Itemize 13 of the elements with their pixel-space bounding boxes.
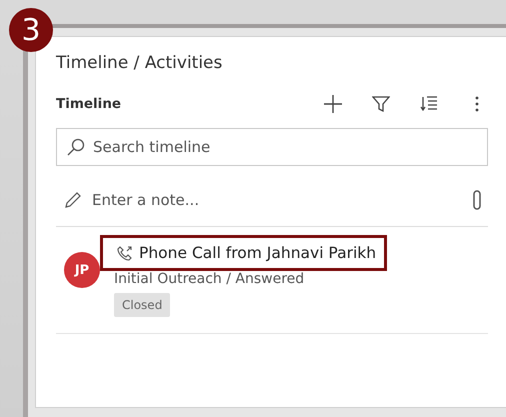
activity-title-highlight[interactable]: Phone Call from Jahnavi Parikh (100, 235, 388, 271)
paperclip-icon[interactable] (472, 190, 482, 210)
section-label: Timeline (56, 96, 122, 112)
status-tag: Closed (114, 293, 170, 317)
search-bar[interactable]: Search timeline (56, 128, 488, 166)
step-badge: 3 (9, 8, 53, 52)
add-icon[interactable] (322, 93, 344, 115)
panel-title: Timeline / Activities (56, 53, 224, 73)
activity-subtitle: Initial Outreach / Answered (114, 271, 304, 287)
phone-icon (117, 245, 133, 261)
search-icon (67, 138, 85, 156)
avatar: JP (64, 252, 100, 288)
pencil-icon (64, 191, 82, 209)
